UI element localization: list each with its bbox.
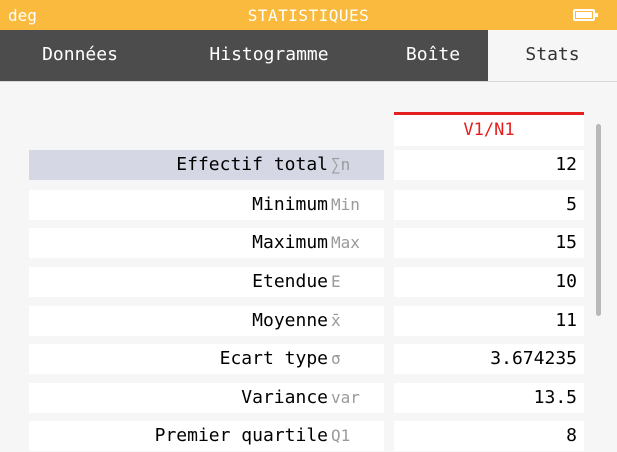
table-row[interactable]: Effectif total ∑n 12 [0,150,617,180]
row-symbol: Max [331,233,360,252]
row-value: 12 [555,154,577,175]
tab-stats[interactable]: Stats [488,30,617,82]
row-value: 10 [555,271,577,292]
battery-icon [573,9,598,21]
row-value: 15 [555,232,577,253]
row-symbol: ∑n [331,155,351,174]
tab-histogramme[interactable]: Histogramme [160,30,378,82]
row-name: Ecart type [219,348,328,369]
table-row[interactable]: Premier quartile Q1 8 [0,421,617,451]
row-value: 11 [555,310,577,331]
row-value-cell[interactable]: 3.674235 [394,344,584,374]
row-symbol: Q1 [331,426,351,445]
row-label-cell[interactable]: Effectif total ∑n [29,150,384,180]
row-name: Etendue [252,271,328,292]
row-symbol: x̄ [331,311,341,330]
row-label-cell[interactable]: Etendue E [29,267,384,297]
row-value-cell[interactable]: 5 [394,190,584,220]
row-name: Maximum [252,232,328,253]
app-title: STATISTIQUES [247,6,370,25]
title-bar: deg STATISTIQUES [0,0,617,30]
row-value-cell[interactable]: 15 [394,228,584,258]
table-row[interactable]: Minimum Min 5 [0,190,617,220]
row-value-cell[interactable]: 10 [394,267,584,297]
table-row[interactable]: Ecart type σ 3.674235 [0,344,617,374]
row-value-cell[interactable]: 11 [394,306,584,336]
row-name: Variance [241,387,328,408]
row-symbol: σ [331,349,341,368]
row-symbol: var [331,388,360,407]
row-value-cell[interactable]: 8 [394,421,584,451]
stats-table: V1/N1 Effectif total ∑n 12 Minimum Min 5… [0,82,617,452]
row-value-cell[interactable]: 13.5 [394,383,584,413]
row-label-cell[interactable]: Variance var [29,383,384,413]
table-row[interactable]: Etendue E 10 [0,267,617,297]
row-value-cell[interactable]: 12 [394,150,584,180]
table-row[interactable]: Maximum Max 15 [0,228,617,258]
row-value: 13.5 [533,387,577,408]
column-header-v1-n1[interactable]: V1/N1 [394,112,584,146]
table-row[interactable]: Moyenne x̄ 11 [0,306,617,336]
row-name: Moyenne [252,310,328,331]
tab-boite[interactable]: Boîte [378,30,488,82]
row-name: Premier quartile [154,425,328,446]
table-row[interactable]: Variance var 13.5 [0,383,617,413]
row-value: 3.674235 [490,348,577,369]
row-name: Minimum [252,194,328,215]
row-symbol: E [331,272,341,291]
tab-bar: Données Histogramme Boîte Stats [0,30,617,82]
row-label-cell[interactable]: Moyenne x̄ [29,306,384,336]
tab-donnees[interactable]: Données [0,30,160,82]
row-value: 8 [566,425,577,446]
row-name: Effectif total [176,154,328,175]
vertical-scrollbar[interactable] [596,124,601,316]
row-symbol: Min [331,195,360,214]
row-label-cell[interactable]: Maximum Max [29,228,384,258]
row-label-cell[interactable]: Minimum Min [29,190,384,220]
row-label-cell[interactable]: Premier quartile Q1 [29,421,384,451]
row-label-cell[interactable]: Ecart type σ [29,344,384,374]
row-value: 5 [566,194,577,215]
